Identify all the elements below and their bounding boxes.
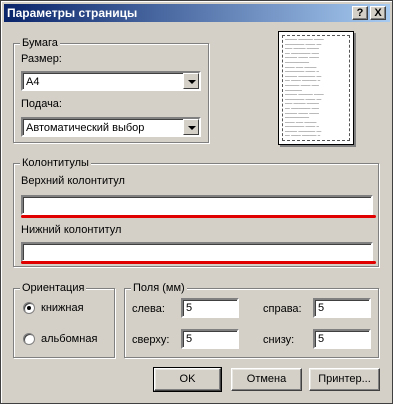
preview-lines: ───── ────── ──── ──────── ──── ── ─── ───…	[285, 37, 324, 139]
paper-source-select[interactable]: Автоматический выбор	[21, 117, 201, 137]
header-label: Верхний колонтитул	[21, 175, 125, 187]
margin-top-input[interactable]: 5	[181, 329, 239, 349]
paper-size-select[interactable]: А4	[21, 71, 201, 91]
title-bar[interactable]: Параметры страницы ? X	[4, 4, 390, 22]
window-title: Параметры страницы	[7, 6, 138, 20]
orientation-group	[13, 288, 115, 358]
ok-button[interactable]: OK	[153, 367, 222, 392]
margin-top-label: сверху:	[132, 334, 170, 346]
page-preview: ───── ────── ──── ──────── ──── ── ─── ───…	[278, 31, 354, 145]
footer-annotation-underline	[21, 261, 376, 264]
margin-left-label: слева:	[132, 303, 165, 315]
footer-label: Нижний колонтитул	[21, 224, 122, 236]
orientation-group-label: Ориентация	[20, 282, 87, 294]
paper-size-value: А4	[26, 76, 40, 88]
landscape-radio[interactable]	[23, 333, 35, 345]
margin-right-label: справа:	[263, 303, 302, 315]
header-annotation-underline	[21, 215, 376, 218]
portrait-label[interactable]: книжная	[41, 302, 84, 314]
landscape-label[interactable]: альбомная	[41, 333, 97, 345]
cancel-button[interactable]: Отмена	[231, 368, 302, 391]
chevron-down-icon[interactable]	[183, 119, 199, 135]
footer-input[interactable]	[21, 242, 373, 262]
paper-source-label: Подача:	[21, 98, 62, 110]
margin-left-input[interactable]: 5	[181, 298, 239, 318]
help-button[interactable]: ?	[352, 6, 368, 20]
paper-size-label: Размер:	[21, 53, 62, 65]
close-button[interactable]: X	[370, 6, 386, 20]
portrait-radio[interactable]	[23, 302, 35, 314]
margin-bottom-label: снизу:	[263, 334, 295, 346]
preview-margin-outline: ───── ────── ──── ──────── ──── ── ─── ───…	[282, 35, 350, 141]
margins-group-label: Поля (мм)	[131, 282, 187, 294]
margin-bottom-input[interactable]: 5	[313, 329, 371, 349]
margin-right-input[interactable]: 5	[313, 298, 371, 318]
paper-group-label: Бумага	[20, 37, 60, 49]
paper-source-value: Автоматический выбор	[26, 122, 145, 134]
header-input[interactable]	[21, 195, 373, 215]
chevron-down-icon[interactable]	[183, 73, 199, 89]
headers-group-label: Колонтитулы	[20, 157, 91, 169]
printer-button[interactable]: Принтер...	[309, 368, 380, 391]
page-setup-dialog: Параметры страницы ? X Бумага Размер: А4…	[0, 0, 393, 404]
